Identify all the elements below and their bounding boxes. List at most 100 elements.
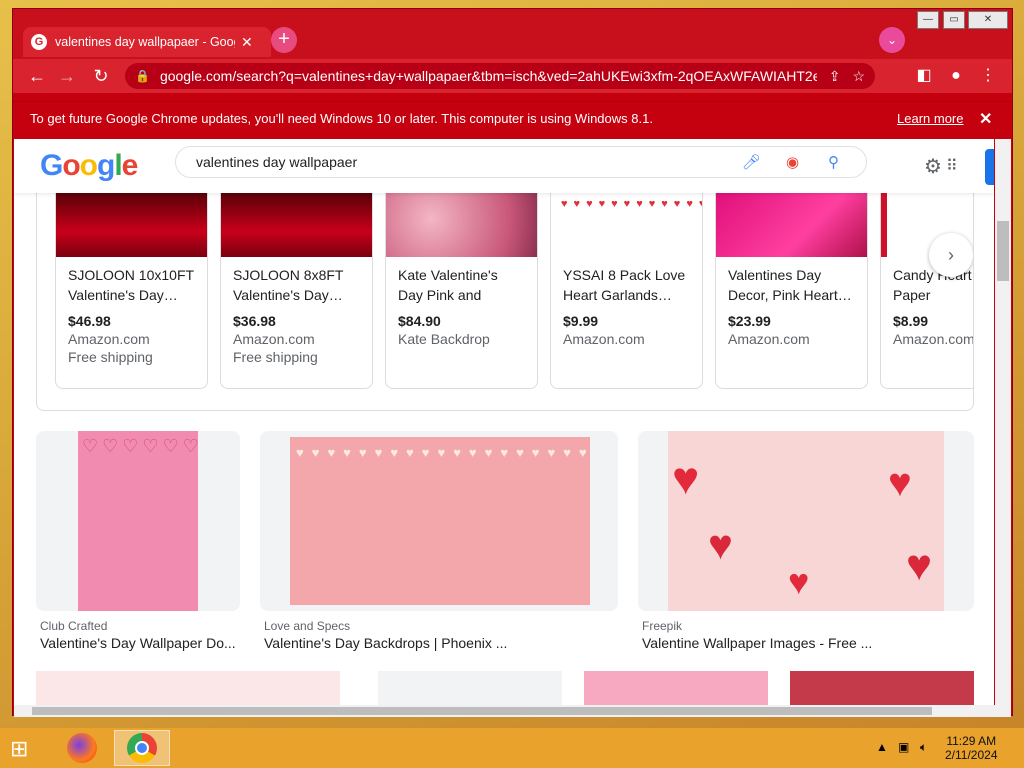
product-shipping: Free shipping	[233, 349, 318, 365]
lens-icon[interactable]: ◉	[786, 153, 799, 171]
page-content: Google valentines day wallpapaer 🎤︎ ◉ ⚲ …	[14, 139, 994, 705]
url-text: google.com/search?q=valentines+day+wallp…	[159, 68, 817, 84]
sign-in-button[interactable]	[985, 149, 994, 185]
google-header: Google valentines day wallpapaer 🎤︎ ◉ ⚲ …	[14, 139, 994, 193]
result-image-frame: ♡♡♡♡♡♡♡♡♡♡♡♡♡♡♡♡♡♡♡♡♡♡♡♡♡♡♡♡♡♡♡♡♡♡♡♡♡♡♡	[36, 431, 240, 611]
browser-tab[interactable]: G valentines day wallpapaer - Goog ✕	[23, 27, 271, 57]
shopping-carousel: SJOLOON 10x10FT Valentine's Day… $46.98 …	[36, 193, 974, 411]
product-store: Amazon.com	[563, 331, 645, 347]
learn-more-link[interactable]: Learn more	[897, 111, 963, 126]
share-icon[interactable]: ⇪	[829, 68, 841, 85]
clock-time: 11:29 AM	[946, 734, 997, 748]
result-source: Club Crafted	[40, 619, 108, 633]
product-price: $9.99	[563, 313, 599, 329]
address-bar[interactable]: 🔒 google.com/search?q=valentines+day+wal…	[125, 63, 875, 89]
result-source: Freepik	[642, 619, 683, 633]
product-card[interactable]: SJOLOON 8x8FT Valentine's Day… $36.98 Am…	[220, 193, 373, 389]
product-image	[386, 193, 537, 257]
image-result[interactable]: ♥♥♥♥♥♥♥♥♥♥♥♥♥♥♥♥♥♥♥♥♥♥♥♥♥♥♥♥♥♥♥♥♥♥♥♥♥♥♥♥…	[260, 431, 618, 651]
product-price: $23.99	[728, 313, 771, 329]
product-shipping: Free shipping	[68, 349, 153, 365]
result-image: ♥ ♥ ♥ ♥ ♥	[668, 431, 944, 611]
title-bar: G valentines day wallpapaer - Goog ✕ + ⌄…	[13, 9, 1012, 65]
product-card[interactable]: SJOLOON 10x10FT Valentine's Day… $46.98 …	[55, 193, 208, 389]
google-logo[interactable]: Google	[40, 149, 138, 183]
product-image	[716, 193, 867, 257]
result-title: Valentine's Day Backdrops | Phoenix ...	[264, 635, 508, 651]
apps-icon[interactable]: ⠿	[946, 156, 958, 176]
lock-icon: 🔒	[135, 69, 150, 83]
product-store: Amazon.com	[728, 331, 810, 347]
product-store: Amazon.com	[893, 331, 974, 347]
image-result[interactable]	[36, 671, 340, 705]
infobar-text: To get future Google Chrome updates, you…	[30, 111, 653, 126]
product-image	[56, 193, 207, 257]
image-result[interactable]: ♥ ♥ ♥ ♥ ♥ Freepik Valentine Wallpaper Im…	[638, 431, 974, 651]
product-title: SJOLOON 10x10FT Valentine's Day…	[68, 267, 194, 303]
product-store: Amazon.com	[68, 331, 150, 347]
result-image-frame: ♥ ♥ ♥ ♥ ♥	[638, 431, 974, 611]
windows-start-icon[interactable]: ⊞	[10, 736, 38, 761]
search-query: valentines day wallpapaer	[196, 154, 358, 170]
horizontal-scrollbar[interactable]	[14, 705, 1011, 717]
browser-toolbar: ← → ↻ 🔒 google.com/search?q=valentines+d…	[13, 59, 1012, 93]
result-title: Valentine Wallpaper Images - Free ...	[642, 635, 873, 651]
product-price: $8.99	[893, 313, 929, 329]
image-result[interactable]	[378, 671, 562, 705]
infobar-close-icon[interactable]: ✕	[979, 109, 992, 129]
update-infobar: To get future Google Chrome updates, you…	[13, 101, 1012, 135]
taskbar: ⊞ ▲ ▣ 🔈︎ 11:29 AM 2/11/2024	[0, 728, 1024, 768]
network-icon[interactable]: ▣	[898, 740, 909, 768]
product-title: Kate Valentine's Day Pink and Silve…	[398, 267, 498, 303]
result-image-frame: ♥♥♥♥♥♥♥♥♥♥♥♥♥♥♥♥♥♥♥♥♥♥♥♥♥♥♥♥♥♥♥♥♥♥♥♥♥♥♥♥…	[260, 431, 618, 611]
product-title: YSSAI 8 Pack Love Heart Garlands…	[563, 267, 686, 303]
firefox-icon[interactable]	[54, 730, 110, 766]
volume-icon[interactable]: 🔈︎	[920, 740, 927, 768]
result-image: ♥♥♥♥♥♥♥♥♥♥♥♥♥♥♥♥♥♥♥♥♥♥♥♥♥♥♥♥♥♥♥♥♥♥♥♥♥♥♥♥…	[290, 437, 590, 605]
maximize-button[interactable]: ▭	[943, 11, 965, 29]
product-price: $46.98	[68, 313, 111, 329]
chrome-icon[interactable]	[114, 730, 170, 766]
product-title: SJOLOON 8x8FT Valentine's Day…	[233, 267, 344, 303]
product-store: Kate Backdrop	[398, 331, 490, 347]
product-card[interactable]: Candy Heart Letter Paper $8.99 Amazon.co…	[880, 193, 974, 389]
menu-icon[interactable]: ⋮	[975, 63, 1001, 89]
sidebar-icon[interactable]: ◧	[911, 63, 937, 89]
chrome-window: G valentines day wallpapaer - Goog ✕ + ⌄…	[12, 8, 1013, 717]
clock-date: 2/11/2024	[945, 748, 998, 762]
star-icon[interactable]: ☆	[852, 68, 865, 85]
search-icon[interactable]: ⚲	[828, 153, 839, 171]
scroll-thumb[interactable]	[997, 221, 1009, 281]
product-store: Amazon.com	[233, 331, 315, 347]
tray-up-icon[interactable]: ▲	[876, 740, 888, 768]
google-favicon-icon: G	[31, 34, 47, 50]
carousel-next-button[interactable]: ›	[929, 233, 973, 277]
vertical-scrollbar[interactable]	[995, 139, 1011, 705]
result-source: Love and Specs	[264, 619, 351, 633]
result-title: Valentine's Day Wallpaper Do...	[40, 635, 236, 651]
minimize-button[interactable]: —	[917, 11, 939, 29]
back-icon[interactable]: ←	[23, 62, 51, 90]
product-title: Valentines Day Decor, Pink Heart…	[728, 267, 852, 303]
system-clock[interactable]: 11:29 AM 2/11/2024	[945, 734, 998, 762]
forward-icon[interactable]: →	[53, 62, 81, 90]
close-window-button[interactable]: ✕	[968, 11, 1008, 29]
product-price: $84.90	[398, 313, 441, 329]
product-image	[221, 193, 372, 257]
image-result[interactable]: ♡♡♡♡♡♡♡♡♡♡♡♡♡♡♡♡♡♡♡♡♡♡♡♡♡♡♡♡♡♡♡♡♡♡♡♡♡♡♡ …	[36, 431, 240, 651]
product-card[interactable]: Kate Valentine's Day Pink and Silve… $84…	[385, 193, 538, 389]
tab-search-button[interactable]: ⌄	[879, 27, 905, 53]
new-tab-button[interactable]: +	[271, 27, 297, 53]
mic-icon[interactable]: 🎤︎	[742, 153, 761, 171]
profile-icon[interactable]: ●	[943, 63, 969, 89]
product-card[interactable]: ♥♥♥♥♥♥♥♥♥♥♥♥♥♥♥♥♥♥♥♥♥♥♥♥♥♥♥♥ YSSAI 8 Pac…	[550, 193, 703, 389]
reload-icon[interactable]: ↻	[87, 62, 115, 90]
scroll-thumb[interactable]	[32, 707, 932, 715]
image-result[interactable]	[584, 671, 768, 705]
search-input[interactable]: valentines day wallpapaer 🎤︎ ◉ ⚲	[175, 146, 867, 178]
tab-close-icon[interactable]: ✕	[241, 34, 253, 51]
tab-title: valentines day wallpapaer - Goog	[55, 35, 235, 49]
settings-icon[interactable]: ⚙	[924, 154, 942, 179]
product-card[interactable]: Valentines Day Decor, Pink Heart… $23.99…	[715, 193, 868, 389]
image-result[interactable]	[790, 671, 974, 705]
